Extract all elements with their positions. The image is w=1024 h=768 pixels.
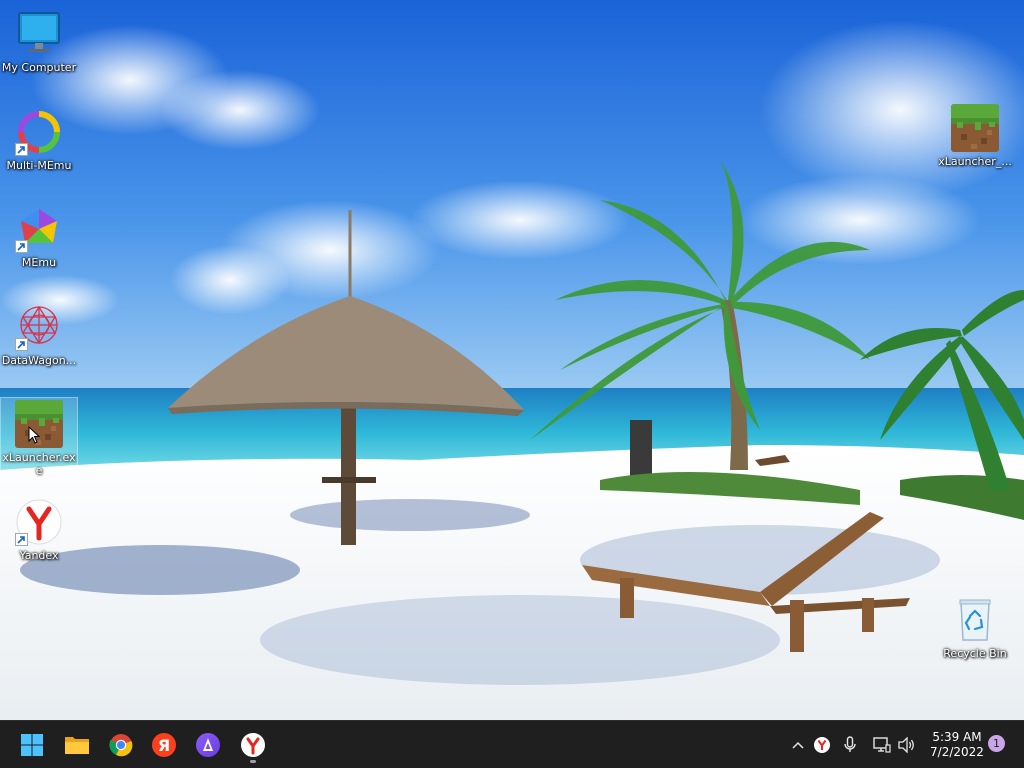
desktop-icon-xlauncher-folder[interactable]: xLauncher_... (936, 104, 1014, 168)
desktop-icon-my-computer[interactable]: My Computer (0, 10, 78, 74)
tray-network[interactable] (872, 735, 892, 755)
desktop-icon-multi-memu[interactable]: Multi-MEmu (0, 108, 78, 172)
desktop-icon-label: Yandex (19, 549, 59, 562)
yandex-ya-icon: Я (152, 733, 176, 757)
desktop-icon-label: DataWagon... (1, 354, 77, 367)
taskbar-alice[interactable] (190, 727, 226, 763)
desktop-icon-label: xLauncher_... (938, 155, 1012, 168)
desktop-icon-label: Recycle Bin (943, 647, 1007, 660)
tray-yandex[interactable] (812, 735, 832, 755)
show-hidden-icons-button[interactable] (788, 735, 808, 755)
speaker-icon (898, 737, 914, 753)
clock-time: 5:39 AM (932, 730, 982, 744)
taskbar-yandex[interactable]: Я (146, 727, 182, 763)
beach-scene-image (0, 0, 1024, 720)
desktop-icon-memu[interactable]: MEmu (0, 205, 78, 269)
datawagon-icon (15, 303, 63, 351)
desktop-icon-recycle-bin[interactable]: Recycle Bin (936, 596, 1014, 660)
desktop-wallpaper[interactable] (0, 0, 1024, 720)
taskbar-clock[interactable]: 5:39 AM 7/2/2022 (924, 730, 990, 760)
taskbar-yandex-browser[interactable] (235, 727, 271, 763)
start-button[interactable] (14, 727, 50, 763)
svg-text:Я: Я (158, 736, 170, 755)
shortcut-arrow-icon (15, 533, 28, 546)
desktop-icon-label: My Computer (1, 61, 77, 74)
memu-icon (15, 205, 63, 253)
clock-date: 7/2/2022 (930, 745, 984, 759)
taskbar-chrome[interactable] (103, 727, 139, 763)
multi-memu-icon (15, 108, 63, 156)
shortcut-arrow-icon (15, 240, 28, 253)
desktop-icon-yandex[interactable]: Yandex (0, 498, 78, 562)
folder-icon (65, 737, 89, 754)
recycle-bin-icon (951, 596, 999, 644)
taskbar-file-explorer[interactable] (59, 727, 95, 763)
windows-start-icon (21, 734, 43, 756)
shortcut-arrow-icon (15, 143, 28, 156)
taskbar: Я 5:39 AM 7/2/2022 (0, 720, 1024, 768)
mouse-cursor-icon (28, 425, 41, 444)
shortcut-arrow-icon (15, 338, 28, 351)
chevron-up-icon (792, 741, 804, 749)
desktop-icon-label: MEmu (21, 256, 57, 269)
notification-badge[interactable]: 1 (988, 735, 1005, 752)
tray-volume[interactable] (897, 735, 917, 755)
chrome-icon (109, 734, 133, 757)
yandex-browser-icon (15, 498, 63, 546)
alice-assistant-icon (196, 733, 220, 757)
network-icon (873, 737, 891, 753)
yandex-tray-icon (814, 737, 830, 753)
tray-microphone[interactable] (840, 735, 860, 755)
monitor-icon (15, 10, 63, 58)
desktop-icon-label: Multi-MEmu (6, 159, 72, 172)
yandex-browser-icon (241, 733, 265, 757)
desktop-icon-datawagon[interactable]: DataWagon... (0, 303, 78, 367)
minecraft-grass-block-icon (951, 104, 999, 152)
microphone-icon (844, 736, 856, 752)
